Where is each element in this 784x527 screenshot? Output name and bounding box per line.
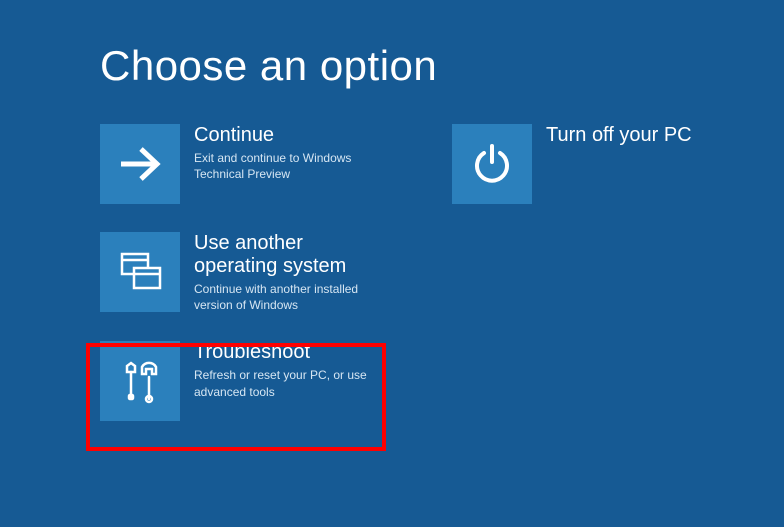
- option-title: Use another operating system: [194, 232, 380, 278]
- option-desc: Continue with another installed version …: [194, 281, 380, 313]
- options-column-right: Turn off your PC: [452, 124, 732, 421]
- arrow-right-icon: [100, 124, 180, 204]
- options-grid: Continue Exit and continue to Windows Te…: [100, 124, 732, 421]
- page-title: Choose an option: [100, 42, 437, 90]
- option-title: Troubleshoot: [194, 341, 380, 364]
- option-desc: Exit and continue to Windows Technical P…: [194, 150, 380, 182]
- option-desc: Refresh or reset your PC, or use advance…: [194, 367, 380, 399]
- option-title: Continue: [194, 124, 380, 147]
- option-title: Turn off your PC: [546, 124, 692, 147]
- option-continue[interactable]: Continue Exit and continue to Windows Te…: [100, 124, 380, 204]
- option-troubleshoot[interactable]: Troubleshoot Refresh or reset your PC, o…: [100, 341, 380, 421]
- tools-icon: [100, 341, 180, 421]
- power-icon: [452, 124, 532, 204]
- option-use-another-os[interactable]: Use another operating system Continue wi…: [100, 232, 380, 313]
- option-turn-off[interactable]: Turn off your PC: [452, 124, 732, 204]
- options-column-left: Continue Exit and continue to Windows Te…: [100, 124, 380, 421]
- windows-stack-icon: [100, 232, 180, 312]
